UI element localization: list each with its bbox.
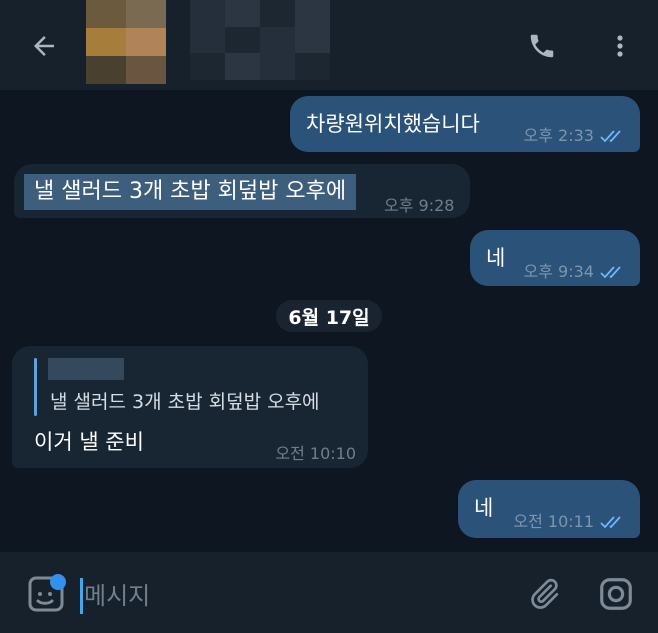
contact-name[interactable] — [190, 0, 330, 80]
back-button[interactable] — [22, 26, 66, 66]
reply-author-name — [48, 358, 124, 380]
message-outgoing[interactable]: 네 오전 10:11 — [458, 480, 640, 538]
message-input[interactable] — [84, 574, 504, 618]
paperclip-icon — [531, 578, 559, 609]
arrow-left-icon — [34, 36, 54, 56]
message-text: 이거 낼 준비 — [34, 430, 144, 454]
message-time: 오후 2:33 — [523, 126, 594, 145]
double-check-icon — [600, 516, 621, 529]
phone-icon — [530, 34, 554, 58]
double-check-icon — [600, 130, 621, 143]
reply-quote-text[interactable]: 낼 샐러드 3개 초밥 회덮밥 오후에 — [50, 388, 320, 416]
double-check-icon — [600, 266, 621, 279]
message-time: 오전 10:10 — [275, 444, 356, 463]
message-outgoing[interactable]: 차량원위치했습니다 오후 2:33 — [290, 96, 640, 152]
attach-button[interactable] — [522, 572, 566, 616]
message-text: 네 — [474, 496, 494, 520]
camera-icon — [600, 578, 632, 610]
contact-avatar[interactable] — [86, 0, 166, 84]
sticker-button[interactable] — [24, 574, 66, 616]
message-outgoing[interactable]: 네 오후 9:34 — [470, 230, 640, 286]
message-time: 오후 9:34 — [523, 262, 594, 281]
message-time: 오전 10:11 — [513, 512, 594, 531]
date-separator: 6월 17일 — [276, 300, 382, 332]
call-button[interactable] — [522, 26, 562, 66]
text-cursor — [80, 578, 83, 614]
message-incoming[interactable]: 낼 샐러드 3개 초밥 회덮밥 오후에 오후 9:28 — [14, 164, 470, 218]
more-vertical-icon — [617, 35, 623, 57]
more-menu-button[interactable] — [600, 26, 640, 66]
message-text-selected: 낼 샐러드 3개 초밥 회덮밥 오후에 — [24, 174, 357, 210]
message-text: 차량원위치했습니다 — [306, 112, 480, 136]
message-incoming-reply[interactable]: 낼 샐러드 3개 초밥 회덮밥 오후에 이거 낼 준비 오전 10:10 — [12, 346, 368, 468]
message-time: 오후 9:28 — [384, 196, 455, 215]
notification-dot — [50, 574, 66, 590]
reply-accent-bar — [34, 358, 37, 416]
chat-header — [0, 0, 658, 90]
message-text: 네 — [486, 246, 506, 270]
camera-button[interactable] — [594, 572, 638, 616]
